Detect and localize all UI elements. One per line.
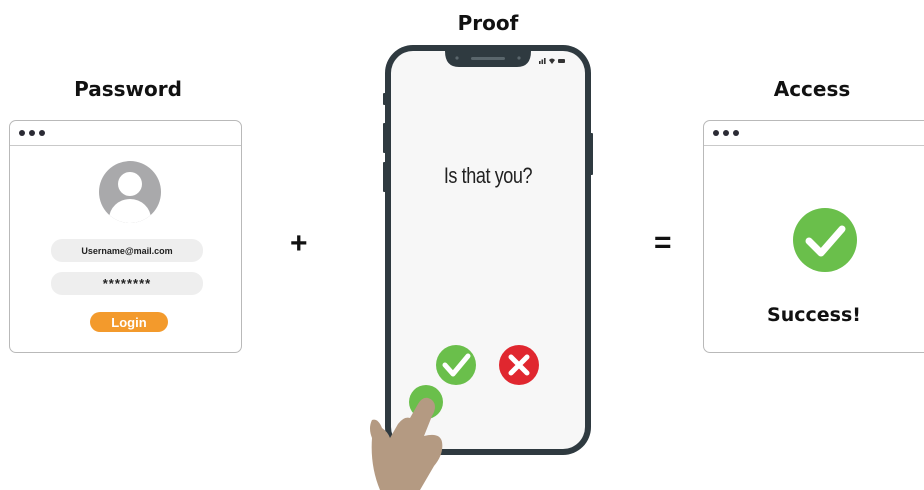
window-divider (704, 145, 924, 146)
window-controls (713, 130, 739, 136)
success-check-icon (793, 208, 857, 272)
window-divider (10, 145, 241, 146)
window-dot (733, 130, 739, 136)
window-dot (39, 130, 45, 136)
window-dot (723, 130, 729, 136)
login-window: Username@mail.com ******** Login (9, 120, 242, 353)
window-dot (713, 130, 719, 136)
login-button[interactable]: Login (90, 312, 168, 332)
equals-sign: = (654, 226, 672, 259)
approve-check-icon[interactable] (436, 345, 476, 385)
access-heading: Access (773, 77, 851, 101)
window-dot (19, 130, 25, 136)
battery-icon (558, 59, 565, 63)
password-heading: Password (74, 77, 182, 101)
password-field[interactable]: ******** (51, 272, 203, 295)
username-field[interactable]: Username@mail.com (51, 239, 203, 262)
reject-x-icon[interactable] (499, 345, 539, 385)
tapping-hand-icon (370, 385, 443, 490)
user-avatar-icon (99, 161, 161, 223)
plus-sign: + (290, 227, 308, 260)
proof-heading: Proof (457, 11, 519, 35)
success-message: Success! (767, 304, 861, 326)
phone-prompt: Is that you? (443, 163, 533, 188)
window-dot (29, 130, 35, 136)
window-controls (19, 130, 45, 136)
